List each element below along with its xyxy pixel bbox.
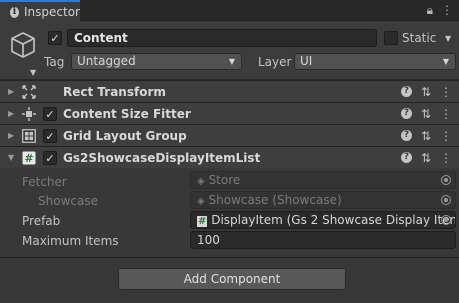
- component-enabled-checkbox[interactable]: ✓: [43, 107, 57, 121]
- object-picker-icon: [441, 175, 451, 185]
- tag-label: Tag: [44, 55, 65, 69]
- script-icon: #: [197, 216, 208, 227]
- fetcher-field: ◈ Store: [190, 171, 456, 189]
- presets-icon[interactable]: ⇅: [421, 130, 431, 142]
- max-items-label: Maximum Items: [22, 234, 119, 248]
- gameobject-cube-icon[interactable]: [8, 30, 38, 60]
- prefab-field[interactable]: # DisplayItem (Gs 2 Showcase Display Ite…: [190, 211, 456, 229]
- foldout-arrow-icon[interactable]: ▶: [8, 109, 14, 118]
- object-picker-icon[interactable]: [441, 215, 451, 225]
- fetcher-label: Fetcher: [22, 175, 67, 189]
- help-icon[interactable]: ?: [400, 152, 412, 163]
- active-checkbox[interactable]: ✓: [48, 31, 62, 45]
- more-options-icon[interactable]: ⋮: [440, 152, 452, 164]
- presets-icon[interactable]: ⇅: [421, 152, 431, 164]
- component-grid-layout-group[interactable]: ▶ ✓ Grid Layout Group ? ⇅ ⋮: [0, 124, 459, 146]
- prefab-label: Prefab: [22, 214, 61, 228]
- component-enabled-checkbox[interactable]: ✓: [43, 129, 57, 143]
- object-icon: ◈: [197, 176, 205, 187]
- presets-icon[interactable]: ⇅: [421, 86, 431, 98]
- tab-bar: i Inspector 🔒︎ ⋮: [0, 0, 459, 22]
- tag-value: Untagged: [77, 54, 136, 68]
- showcase-field: ◈ Showcase (Showcase): [190, 191, 456, 209]
- more-options-icon[interactable]: ⋮: [441, 3, 453, 18]
- grid-layout-icon: [22, 129, 36, 143]
- script-icon: #: [22, 151, 36, 165]
- more-options-icon[interactable]: ⋮: [440, 108, 452, 120]
- component-title: Content Size Fitter: [63, 106, 191, 121]
- tag-dropdown[interactable]: Untagged ▼: [71, 53, 242, 70]
- more-options-icon[interactable]: ⋮: [440, 130, 452, 142]
- content-size-fitter-icon: [22, 107, 36, 121]
- showcase-label: Showcase: [38, 194, 98, 208]
- tab-inspector[interactable]: i Inspector: [0, 0, 80, 22]
- layer-value: UI: [300, 54, 313, 68]
- max-items-field[interactable]: 100: [190, 231, 456, 249]
- gameobject-header: ▼ ✓ Content Static ▼ Tag Untagged ▼ Laye…: [0, 22, 459, 80]
- rect-transform-icon: [22, 85, 36, 99]
- name-field[interactable]: Content: [67, 29, 377, 47]
- prefab-value: DisplayItem (Gs 2 Showcase Display Item: [211, 213, 456, 227]
- component-enabled-checkbox[interactable]: ✓: [43, 151, 57, 165]
- object-picker-icon: [441, 195, 451, 205]
- help-icon[interactable]: ?: [400, 108, 412, 119]
- component-title: Grid Layout Group: [63, 128, 187, 143]
- fetcher-value: Store: [208, 173, 241, 187]
- object-icon: ◈: [197, 196, 205, 207]
- component-rect-transform[interactable]: ▶ Rect Transform ? ⇅ ⋮: [0, 80, 459, 102]
- tab-label: Inspector: [24, 5, 80, 19]
- static-dropdown-arrow-icon[interactable]: ▼: [445, 34, 451, 43]
- showcase-value: Showcase (Showcase): [208, 193, 342, 207]
- help-icon[interactable]: ?: [400, 86, 412, 97]
- foldout-arrow-icon[interactable]: ▶: [8, 131, 14, 140]
- help-icon[interactable]: ?: [400, 130, 412, 141]
- add-component-button[interactable]: Add Component: [118, 268, 346, 290]
- lock-icon[interactable]: 🔒︎: [427, 3, 433, 18]
- component-gs2-showcase-display-item-list[interactable]: ▼ # ✓ Gs2ShowcaseDisplayItemList ? ⇅ ⋮: [0, 146, 459, 168]
- info-icon: i: [10, 6, 20, 18]
- layer-dropdown[interactable]: UI ▼: [294, 53, 456, 70]
- chevron-down-icon: ▼: [442, 57, 449, 66]
- svg-text:#: #: [24, 152, 33, 165]
- chevron-down-icon: ▼: [228, 57, 235, 66]
- foldout-arrow-icon[interactable]: ▼: [8, 153, 14, 162]
- foldout-arrow-icon[interactable]: ▶: [8, 87, 14, 96]
- icon-dropdown-arrow-icon[interactable]: ▼: [30, 68, 36, 77]
- static-label: Static: [402, 31, 437, 45]
- more-options-icon[interactable]: ⋮: [440, 86, 452, 98]
- static-checkbox[interactable]: [384, 31, 398, 45]
- add-component-area: Add Component: [0, 257, 459, 303]
- component-content-size-fitter[interactable]: ▶ ✓ Content Size Fitter ? ⇅ ⋮: [0, 102, 459, 124]
- layer-label: Layer: [258, 55, 292, 69]
- presets-icon[interactable]: ⇅: [421, 108, 431, 120]
- component-title: Rect Transform: [63, 84, 166, 99]
- component-title: Gs2ShowcaseDisplayItemList: [63, 150, 261, 165]
